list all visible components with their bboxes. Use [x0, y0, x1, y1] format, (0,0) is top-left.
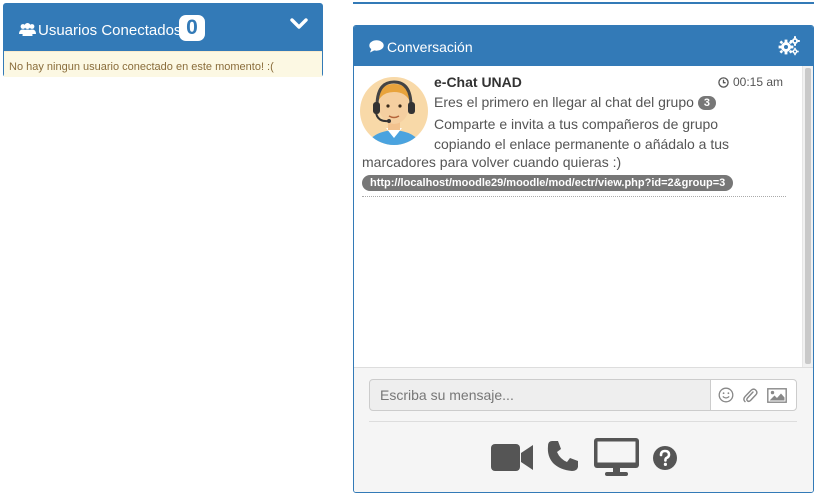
messages-scrollbar[interactable]: [802, 66, 813, 367]
smiley-icon[interactable]: [718, 387, 734, 408]
help-icon[interactable]: [653, 446, 677, 475]
scrollbar-thumb[interactable]: [805, 68, 811, 364]
chevron-down-icon[interactable]: [290, 17, 308, 36]
video-camera-icon[interactable]: [491, 442, 534, 478]
comment-icon: [369, 40, 384, 58]
message-line-2: Comparte e invita a tus compañeros de gr…: [434, 116, 729, 152]
phone-icon[interactable]: [546, 439, 580, 478]
users-count-badge: 0: [179, 15, 205, 41]
paperclip-icon[interactable]: [742, 387, 758, 409]
top-divider: [353, 2, 814, 4]
conversation-panel: Conversación e-Chat UNAD 00:15 am Eres e…: [353, 25, 814, 493]
users-icon: [19, 23, 36, 41]
message-line-1-text: Eres el primero en llegar al chat del gr…: [434, 94, 694, 110]
permanent-link[interactable]: http://localhost/moodle29/moodle/mod/ect…: [362, 175, 734, 191]
bot-avatar: [360, 72, 428, 150]
message-line-3: marcadores para volver cuando quieras :): [362, 154, 622, 170]
conversation-title: Conversación: [387, 39, 473, 55]
group-number-badge: 3: [697, 96, 717, 110]
message-input[interactable]: [369, 379, 711, 411]
message-time: 00:15 am: [718, 75, 783, 89]
users-panel-title: Usuarios Conectados: [38, 22, 182, 39]
message-input-group: [369, 379, 797, 411]
image-icon[interactable]: [767, 388, 787, 408]
users-panel-header[interactable]: Usuarios Conectados 0: [4, 4, 322, 51]
messages-area[interactable]: e-Chat UNAD 00:15 am Eres el primero en …: [354, 66, 813, 367]
message-time-text: 00:15 am: [733, 75, 784, 89]
input-addon: [710, 379, 797, 411]
conversation-header: Conversación: [354, 26, 813, 66]
compose-divider: [369, 421, 797, 422]
message-sender: e-Chat UNAD: [434, 74, 522, 90]
message-line-1: Eres el primero en llegar al chat del gr…: [434, 94, 717, 110]
users-panel: Usuarios Conectados 0 No hay ningun usua…: [3, 3, 323, 77]
message-divider: [362, 196, 786, 197]
desktop-icon[interactable]: [594, 438, 639, 481]
no-users-message: No hay ningun usuario conectado en este …: [4, 51, 322, 77]
compose-area: [354, 367, 813, 492]
clock-icon: [718, 77, 729, 88]
gears-icon[interactable]: [778, 36, 800, 61]
